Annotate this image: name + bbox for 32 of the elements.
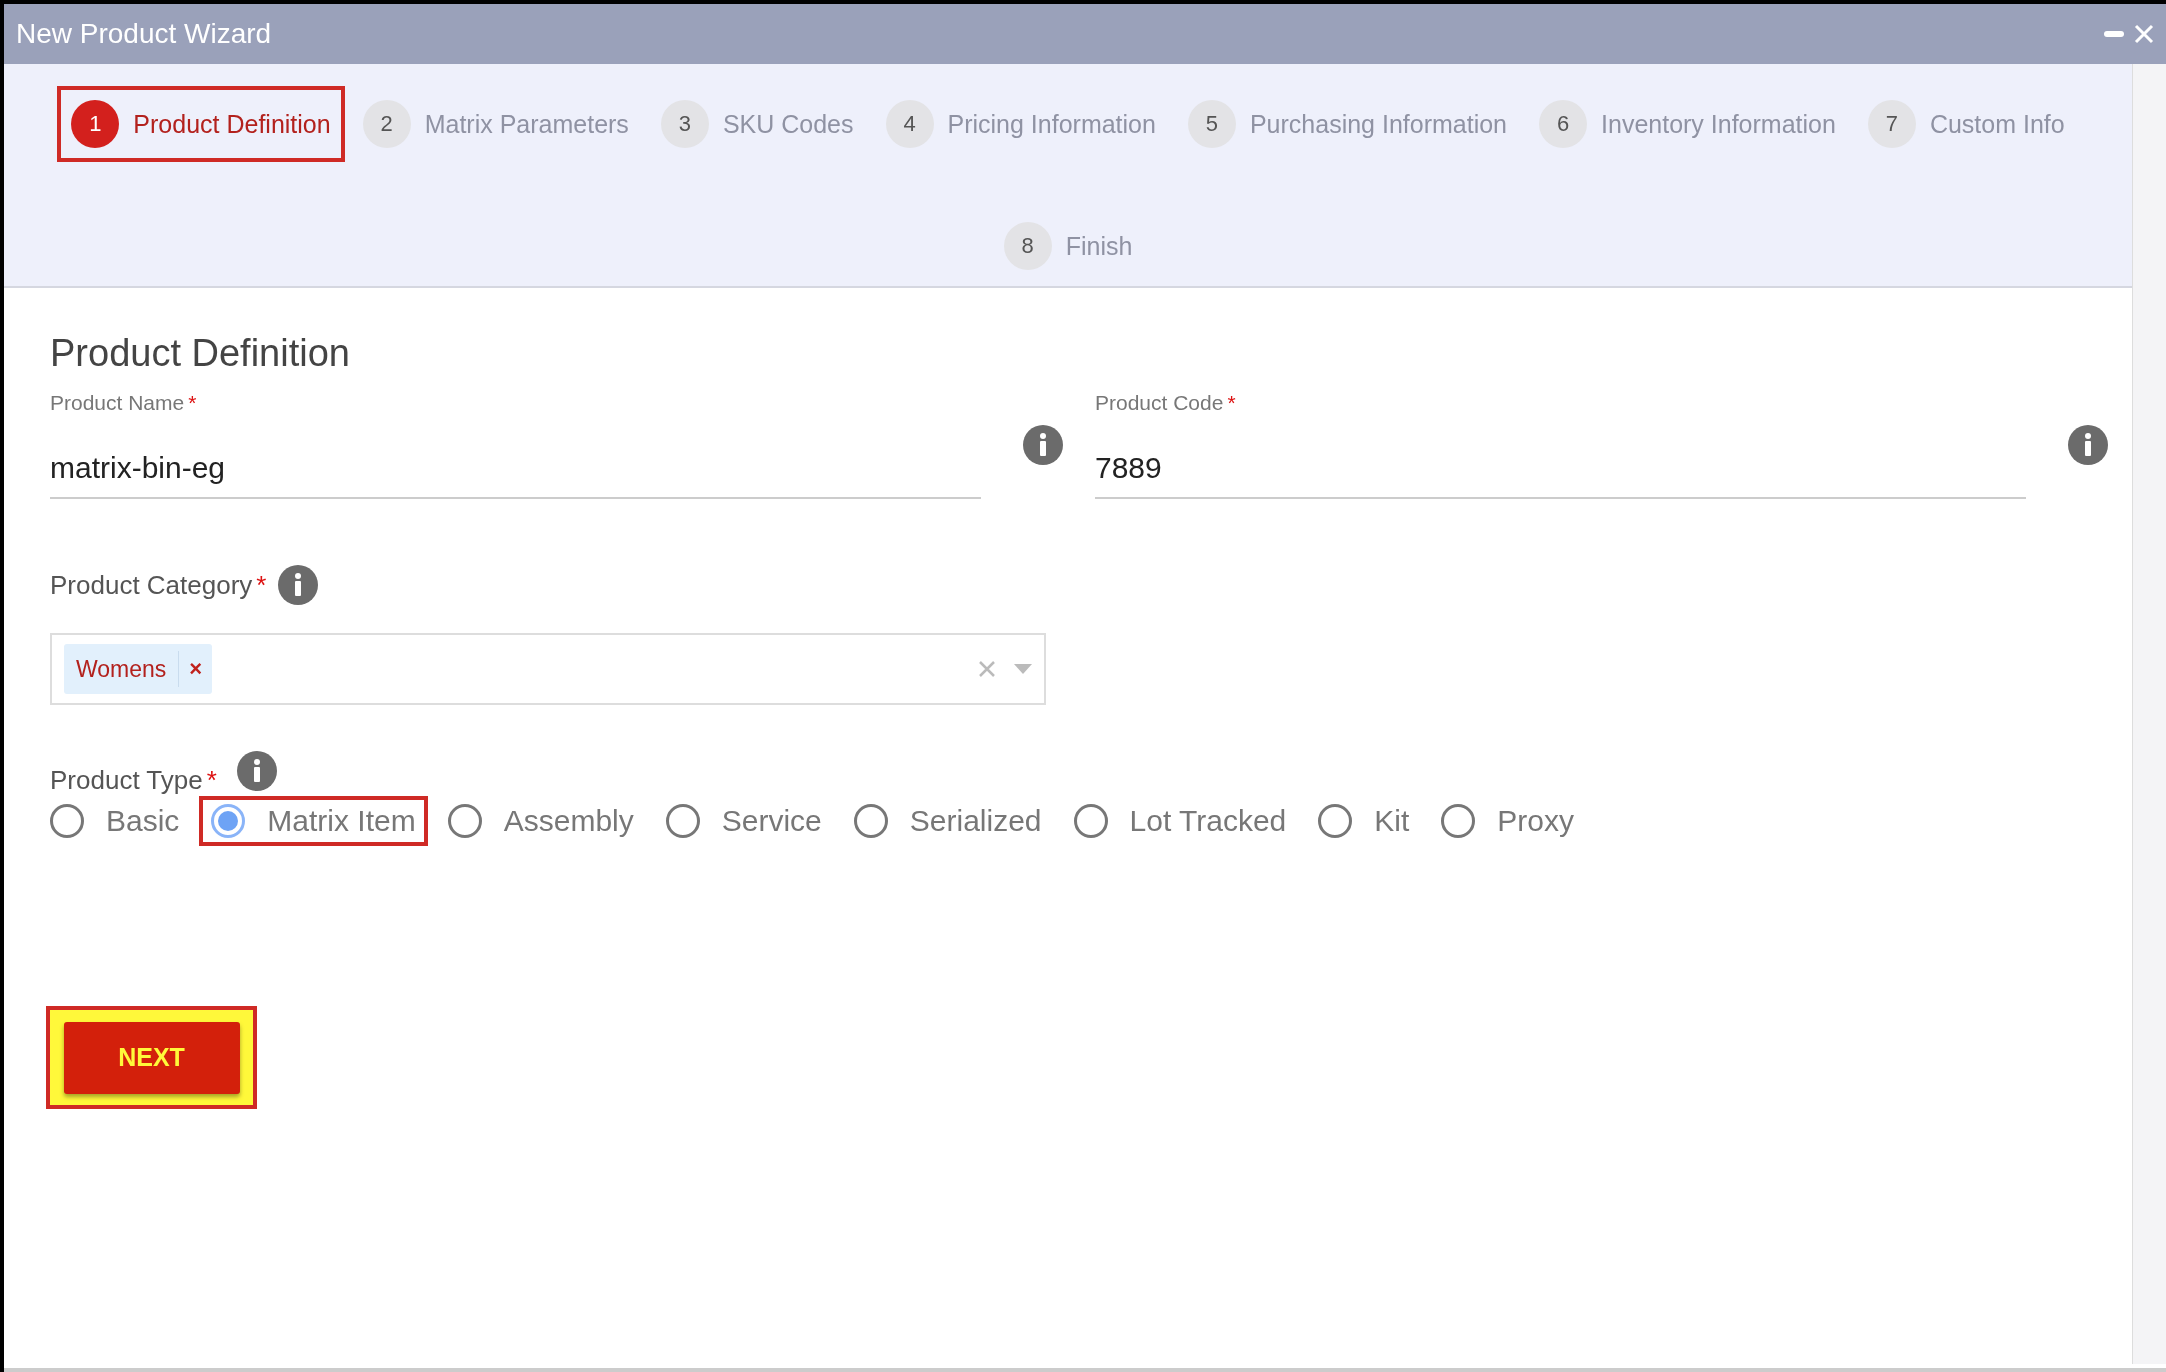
field-label: Product Type* [50,765,217,796]
wizard-step-tab[interactable]: 8 Finish [989,208,1147,284]
category-select-field[interactable]: Womens × [50,633,1046,705]
tag-remove-button[interactable]: × [178,651,213,687]
next-button[interactable]: NEXT [63,1021,240,1094]
radio-option[interactable]: Service [653,796,834,846]
field-label: Product Category* [50,569,267,601]
wizard-step-tab[interactable]: 4 Pricing Information [871,86,1170,162]
info-icon[interactable] [1023,425,1063,465]
radio-option[interactable]: Assembly [435,796,646,846]
wizard-step-tab[interactable]: 7 Custom Info [1853,86,2079,162]
info-icon[interactable] [236,751,277,791]
radio-option[interactable]: Proxy [1429,796,1586,846]
radio-option[interactable]: Basic [38,796,192,846]
wizard-step-tab[interactable]: 6 Inventory Information [1525,86,1850,162]
close-icon[interactable] [2134,24,2154,44]
wizard-step-tab[interactable]: 1 Product Definition [57,86,345,162]
info-icon[interactable] [278,565,319,605]
minimize-icon[interactable] [2104,30,2124,38]
info-icon[interactable] [2068,425,2108,465]
radio-option[interactable]: Lot Tracked [1061,796,1299,846]
radio-option[interactable]: Matrix Item [199,796,428,846]
category-tag: Womens [64,655,179,683]
wizard-step-tab[interactable]: 3 SKU Codes [646,86,868,162]
field-label: Product Code * [1095,391,1237,415]
wizard-step-tab[interactable]: 5 Purchasing Information [1173,86,1522,162]
field-label: Product Name * [50,391,198,415]
radio-option[interactable]: Kit [1306,796,1422,846]
radio-option[interactable]: Serialized [841,796,1054,846]
section-heading: Product Definition [50,332,351,375]
window-title: New Product Wizard [16,18,272,50]
wizard-step-tab[interactable]: 2 Matrix Parameters [348,86,643,162]
